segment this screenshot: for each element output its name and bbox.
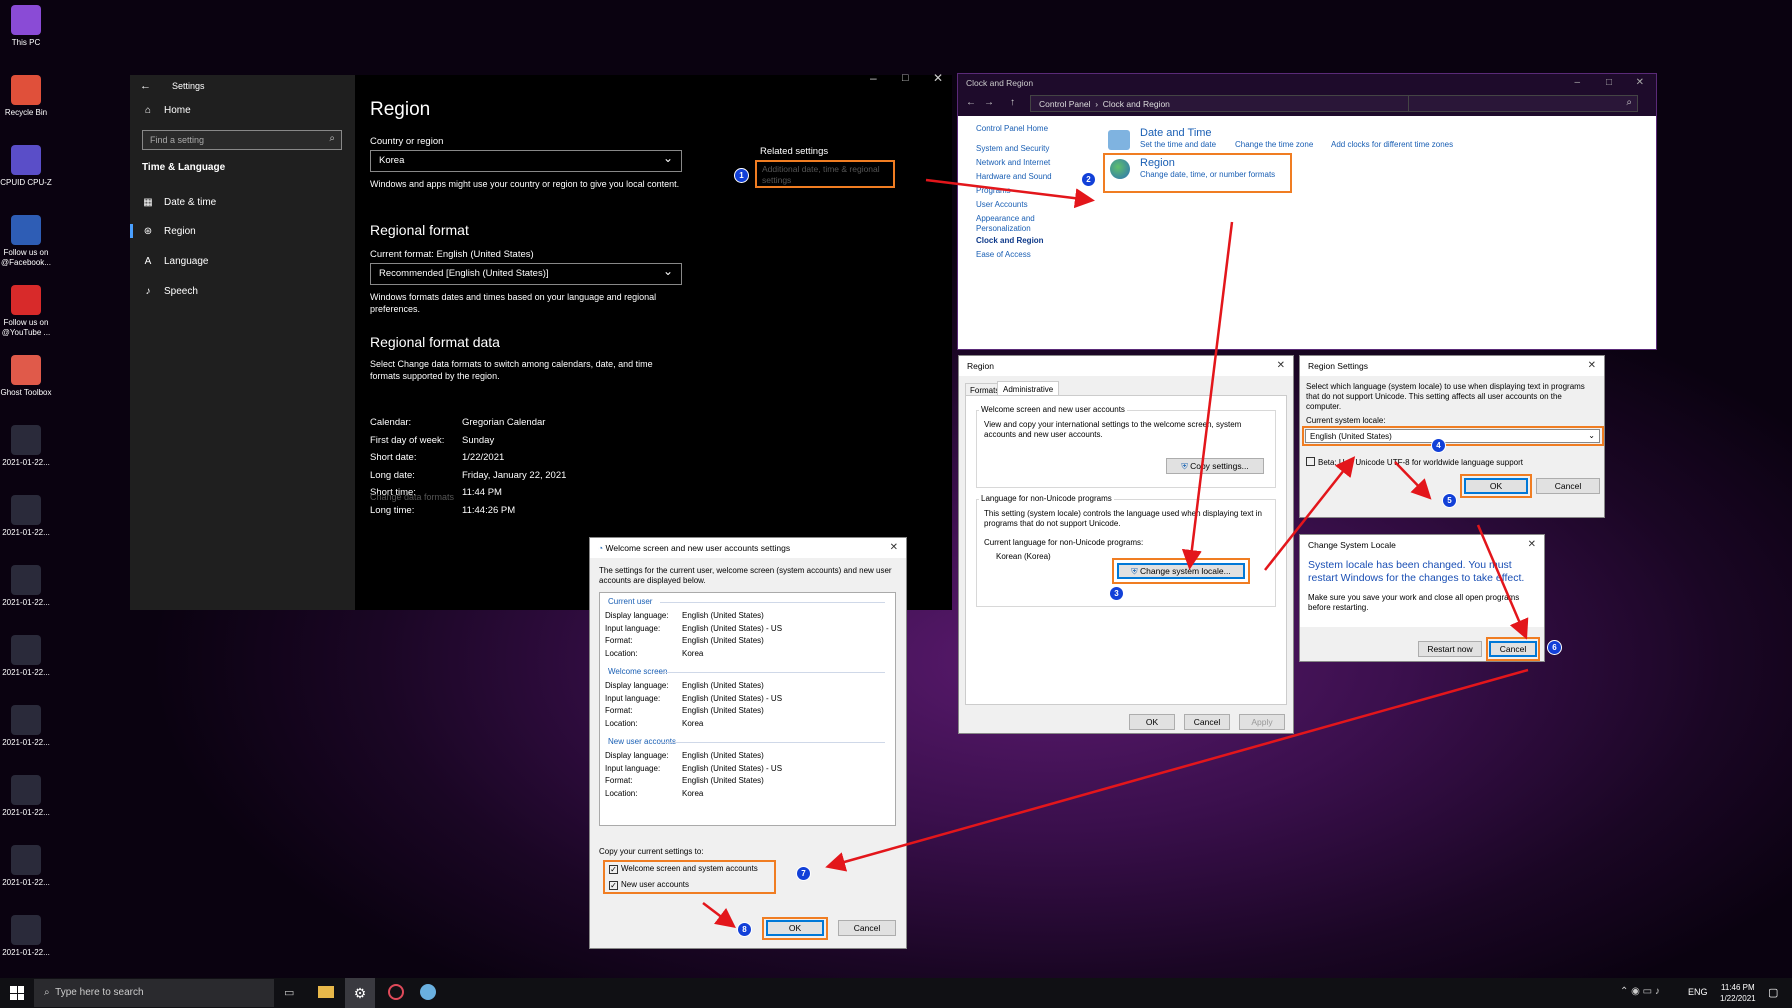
file-explorer-icon[interactable]	[318, 986, 334, 998]
settings-taskbar-icon[interactable]: ⚙	[345, 978, 375, 1008]
step-badge-8: 8	[737, 922, 752, 937]
start-icon[interactable]	[10, 986, 24, 1000]
step-badge-4: 4	[1431, 438, 1446, 453]
input-language[interactable]: ENG	[1688, 987, 1708, 997]
notification-icon[interactable]: ▢	[1768, 986, 1778, 999]
arrow-1-to-2	[925, 178, 1095, 209]
arrow-3-to-4	[1264, 456, 1356, 571]
ghost-toolbox-icon[interactable]	[388, 984, 404, 1000]
task-view-icon[interactable]: ▭	[284, 986, 294, 999]
tray-icons[interactable]: ⌃ ◉ ▭ ♪	[1620, 986, 1660, 997]
step-badge-1: 1	[734, 168, 749, 183]
arrow-5-to-6	[1476, 524, 1529, 640]
step-badge-3: 3	[1109, 586, 1124, 601]
arrow-6-to-7	[825, 668, 1529, 872]
taskbar: ⌕ Type here to search ▭ ⚙ ⌃ ◉ ▭ ♪ ENG 11…	[0, 978, 1792, 1008]
step-badge-6: 6	[1547, 640, 1562, 655]
taskbar-search[interactable]: ⌕ Type here to search	[34, 979, 274, 1007]
step-badge-5: 5	[1442, 493, 1457, 508]
step-badge-2: 2	[1081, 172, 1096, 187]
clock[interactable]: 11:46 PM 1/22/2021	[1720, 982, 1756, 1004]
annotation-arrows	[702, 178, 1529, 929]
arrow-2-to-3	[1181, 221, 1234, 570]
search-icon: ⌕	[44, 987, 50, 998]
arrow-7-to-8	[702, 902, 736, 929]
control-panel-taskbar-icon[interactable]	[420, 984, 436, 1000]
step-badge-7: 7	[796, 866, 811, 881]
arrow-4-to-5	[1394, 461, 1432, 500]
